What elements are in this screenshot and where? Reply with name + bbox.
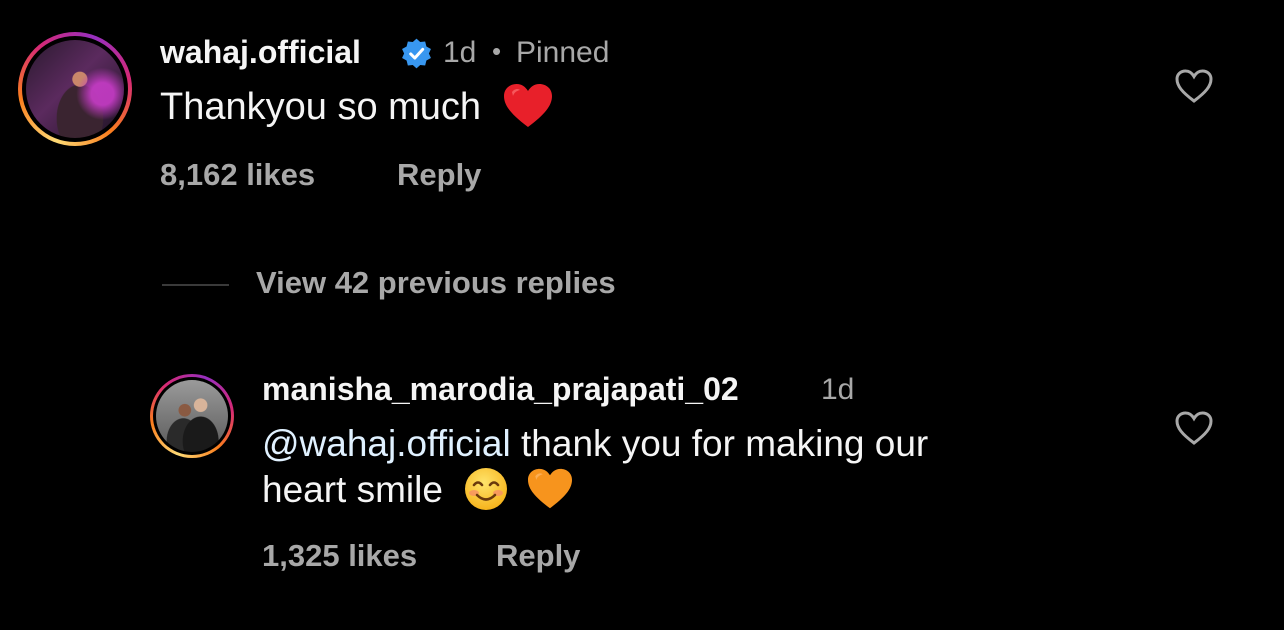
replies-divider <box>162 284 229 286</box>
mention-link[interactable]: @wahaj.official <box>262 423 511 464</box>
avatar-wahaj[interactable] <box>18 32 132 146</box>
smiling-face-emoji-icon <box>465 468 508 511</box>
reply-text-line1: thank you for making our <box>510 423 929 464</box>
comment-username[interactable]: wahaj.official <box>160 34 361 71</box>
reply-time: 1d <box>821 373 855 406</box>
reply-reply-button[interactable]: Reply <box>496 538 580 574</box>
like-heart-icon[interactable] <box>1174 68 1214 104</box>
reply-username[interactable]: manisha_marodia_prajapati_02 <box>262 371 739 408</box>
avatar-manisha[interactable] <box>150 374 234 458</box>
reply-text-line2: heart smile <box>262 469 443 510</box>
reply-like-heart-icon[interactable] <box>1174 410 1214 446</box>
comment-text: Thankyou so much <box>160 86 482 128</box>
orange-heart-emoji-icon <box>527 469 572 509</box>
red-heart-emoji-icon <box>503 83 552 127</box>
pinned-label: Pinned <box>516 36 610 69</box>
meta-separator: • <box>492 36 502 66</box>
verified-badge-icon <box>402 38 431 69</box>
reply-button[interactable]: Reply <box>397 157 481 193</box>
comments-page: wahaj.official 1d • Pinned Thankyou so m… <box>0 0 1284 630</box>
likes-count[interactable]: 8,162 likes <box>160 157 315 193</box>
view-previous-replies-button[interactable]: View 42 previous replies <box>256 265 616 301</box>
reply-likes-count[interactable]: 1,325 likes <box>262 538 417 574</box>
comment-time: 1d <box>443 36 477 69</box>
reply-body-line1: @wahaj.official thank you for making our <box>262 423 928 465</box>
comment-body: Thankyou so much <box>160 83 554 130</box>
reply-body-line2: heart smile <box>262 468 574 512</box>
